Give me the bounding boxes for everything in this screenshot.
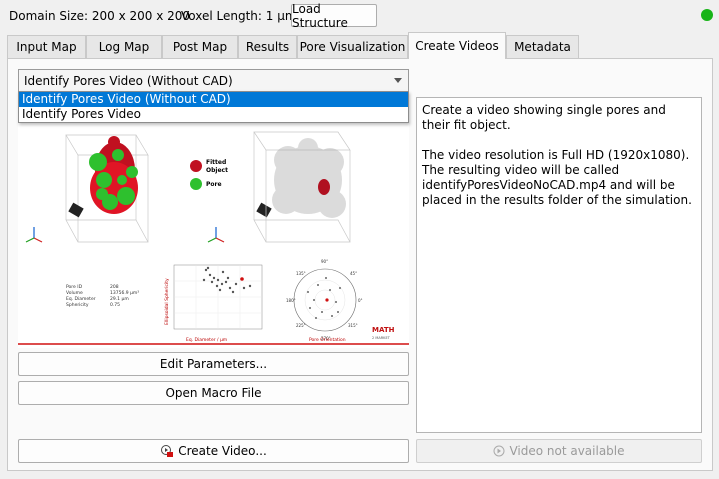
preview-legend: Fitted Object Pore — [190, 159, 228, 190]
svg-text:45°: 45° — [350, 271, 357, 276]
load-structure-button[interactable]: Load Structure — [291, 2, 377, 30]
video-description-box: Create a video showing single pores and … — [416, 97, 702, 433]
tab-results[interactable]: Results — [238, 35, 297, 58]
edit-parameters-button[interactable]: Edit Parameters... — [18, 352, 409, 376]
chevron-down-icon[interactable] — [394, 78, 402, 83]
svg-text:Pore ID: Pore ID — [66, 284, 83, 290]
tab-create-videos[interactable]: Create Videos — [408, 32, 506, 59]
open-macro-file-button[interactable]: Open Macro File — [18, 381, 409, 405]
option-identify-pores[interactable]: Identify Pores Video — [19, 107, 408, 122]
svg-text:13756.9 µm³: 13756.9 µm³ — [110, 290, 139, 296]
video-not-available-button[interactable]: Video not available — [416, 439, 702, 463]
create-video-label: Create Video... — [178, 444, 267, 458]
pore-stats: Pore ID Volume Eq. Diameter Sphericity 2… — [66, 284, 139, 308]
tab-metadata[interactable]: Metadata — [506, 35, 579, 58]
svg-text:Sphericity: Sphericity — [66, 302, 89, 308]
svg-text:315°: 315° — [348, 323, 358, 328]
svg-text:0.75: 0.75 — [110, 302, 120, 308]
pore-3d-render — [89, 136, 138, 214]
description-line-3: The resulting video will be called ident… — [422, 163, 692, 207]
preview-graphic: Fitted Object Pore Pore ID Volume Eq. Di… — [18, 131, 409, 345]
pore-cloud — [272, 138, 346, 218]
legend-fitted: Fitted — [206, 159, 226, 166]
video-type-select[interactable]: Identify Pores Video (Without CAD) — [18, 69, 409, 92]
svg-text:135°: 135° — [296, 271, 306, 276]
play-icon — [493, 445, 505, 457]
svg-text:Eq. Diameter: Eq. Diameter — [66, 296, 96, 302]
status-indicator-icon — [701, 9, 713, 21]
svg-text:Volume: Volume — [66, 290, 83, 296]
polar-plot: 90° 180° 270° 0° 135° 45° 225° 315° Pore… — [286, 259, 363, 343]
polar-label: Pore Orientation — [309, 337, 346, 343]
description-line-1: Create a video showing single pores and … — [422, 103, 666, 132]
video-preview-image: Fitted Object Pore Pore ID Volume Eq. Di… — [18, 120, 409, 348]
svg-text:90°: 90° — [321, 259, 328, 264]
tab-input-map[interactable]: Input Map — [7, 35, 86, 58]
scatter-ylabel: Ellipsoidal Sphericity — [164, 278, 170, 325]
svg-text:208: 208 — [110, 284, 119, 290]
svg-text:2 MARKET: 2 MARKET — [372, 336, 391, 340]
svg-text:MATH: MATH — [372, 326, 395, 334]
tab-post-map[interactable]: Post Map — [162, 35, 238, 58]
top-bar: Domain Size: 200 x 200 x 200 Voxel Lengt… — [0, 0, 719, 32]
video-type-selected: Identify Pores Video (Without CAD) — [24, 74, 233, 88]
scatter-plot: Eq. Diameter / µm Ellipsoidal Sphericity — [164, 264, 263, 343]
svg-text:29.1 µm: 29.1 µm — [110, 296, 129, 302]
create-video-button[interactable]: Create Video... — [18, 439, 409, 463]
scatter-xlabel: Eq. Diameter / µm — [186, 337, 227, 343]
svg-text:180°: 180° — [286, 298, 296, 303]
option-identify-pores-without-cad[interactable]: Identify Pores Video (Without CAD) — [19, 92, 408, 107]
math2market-logo: MATH 2 MARKET — [372, 326, 395, 340]
video-not-available-label: Video not available — [509, 444, 625, 458]
svg-text:225°: 225° — [296, 323, 306, 328]
video-record-icon — [161, 445, 174, 457]
legend-pore: Pore — [206, 181, 222, 188]
video-type-dropdown: Identify Pores Video (Without CAD) Ident… — [18, 91, 409, 123]
description-line-2: The video resolution is Full HD (1920x10… — [422, 148, 690, 162]
domain-size-label: Domain Size: 200 x 200 x 200 — [9, 9, 191, 23]
svg-text:0°: 0° — [358, 298, 363, 303]
tab-pore-visualization[interactable]: Pore Visualization — [297, 35, 408, 58]
legend-object: Object — [206, 167, 228, 174]
tab-log-map[interactable]: Log Map — [86, 35, 162, 58]
voxel-length-label: Voxel Length: 1 µm — [181, 9, 297, 23]
